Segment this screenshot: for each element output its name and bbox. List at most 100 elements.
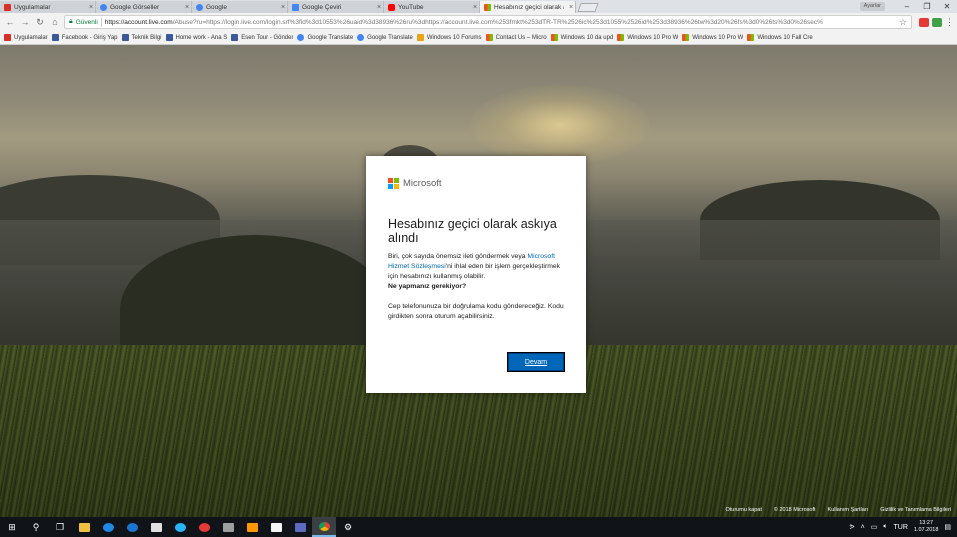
volume-icon[interactable]: 🔈︎ <box>883 523 887 531</box>
minimize-button[interactable]: – <box>897 2 917 11</box>
bookmark-item[interactable]: Contact Us – Micro <box>485 34 547 41</box>
windows-forum-icon <box>416 34 424 41</box>
continue-button[interactable]: Devam <box>507 352 565 372</box>
google-icon <box>100 3 107 11</box>
tab-google-gorseller[interactable]: Google Görseller × <box>96 1 192 13</box>
bookmark-item[interactable]: Windows 10 Pro W <box>617 34 678 41</box>
bookmark-item[interactable]: Windows 10 da upd <box>550 34 614 41</box>
app-icon[interactable] <box>192 517 216 537</box>
tab-title: Google <box>206 3 227 11</box>
google-icon <box>196 3 203 11</box>
bookmark-label: Windows 10 da upd <box>560 34 614 41</box>
store-icon[interactable] <box>264 517 288 537</box>
bookmark-item[interactable]: Esen Tour - Gönder <box>231 34 293 41</box>
divider <box>100 17 102 27</box>
edge-icon[interactable] <box>96 517 120 537</box>
new-tab-button[interactable] <box>577 3 599 12</box>
url-text[interactable]: https://account.live.com/Abuse?ru=https:… <box>105 19 823 26</box>
bookmark-label: Home work - Ana S <box>175 34 228 41</box>
close-tab-icon[interactable]: × <box>471 4 479 11</box>
tab-title: Google Çeviri <box>302 3 342 11</box>
explanation-text: Biri, çok sayıda önemsiz ileti göndermek… <box>388 252 564 282</box>
tab-uygulamalar[interactable]: Uygulamalar × <box>0 1 96 13</box>
clock[interactable]: 13:27 1.07.2018 <box>914 520 938 534</box>
translate-icon <box>292 3 299 11</box>
task-view-icon[interactable]: ❐ <box>48 517 72 537</box>
people-icon[interactable]: ᕗ <box>850 523 855 531</box>
bookmark-item[interactable]: Windows 10 Pro W <box>682 34 743 41</box>
tab-google-ceviri[interactable]: Google Çeviri × <box>288 1 384 13</box>
microsoft-icon <box>617 34 625 41</box>
address-bar[interactable]: 🔒︎ Güvenli https://account.live.com/Abus… <box>64 15 912 29</box>
extension-icon[interactable] <box>919 17 929 27</box>
tab-youtube[interactable]: YouTube × <box>384 1 480 13</box>
chevron-up-icon[interactable]: ˄ <box>861 524 865 531</box>
facebook-icon <box>165 34 173 41</box>
bookmark-star-icon[interactable]: ☆ <box>899 17 907 28</box>
tab-microsoft-account[interactable]: Hesabınız geçici olarak a × <box>480 1 576 13</box>
bookmark-item[interactable]: Home work - Ana S <box>165 34 228 41</box>
extension-icon[interactable] <box>932 17 942 27</box>
bookmark-label: Windows 10 Pro W <box>627 34 679 41</box>
reload-icon[interactable]: ↻ <box>34 17 46 28</box>
tab-strip: Uygulamalar × Google Görseller × Google … <box>0 0 957 13</box>
bookmark-label: Uygulamalar <box>14 34 48 41</box>
bookmark-item[interactable]: Windows 10 Forums <box>416 34 482 41</box>
settings-gear-icon[interactable]: ⚙ <box>336 517 360 537</box>
bookmark-label: Windows 10 Pro W <box>692 34 744 41</box>
close-tab-icon[interactable]: × <box>183 4 191 11</box>
apps-icon <box>4 34 11 41</box>
microsoft-icon <box>682 34 690 41</box>
app-icon[interactable] <box>288 517 312 537</box>
bookmark-label: Google Translate <box>307 34 354 41</box>
tab-title: Google Görseller <box>110 3 160 11</box>
bookmark-item[interactable]: Windows 10 Fall Cre <box>747 34 813 41</box>
chrome-icon[interactable] <box>312 517 336 537</box>
bookmark-item[interactable]: Facebook - Giriş Yap <box>51 34 118 41</box>
profile-button[interactable]: Ayarlar <box>859 1 885 11</box>
bookmark-item[interactable]: Google Translate <box>357 34 413 41</box>
text-segment: Biri, çok sayıda önemsiz ileti göndermek… <box>388 253 528 260</box>
action-center-icon[interactable]: ▤ <box>944 523 951 531</box>
security-label: Güvenli <box>75 18 98 26</box>
google-icon <box>357 34 365 41</box>
file-explorer-icon[interactable] <box>72 517 96 537</box>
tab-title: YouTube <box>398 3 424 11</box>
start-windows-icon[interactable]: ⊞ <box>0 517 24 537</box>
language-indicator[interactable]: TUR <box>894 524 908 531</box>
terms-link[interactable]: Kullanım Şartları <box>828 507 869 513</box>
privacy-link[interactable]: Gizlilik ve Tanımlama Bilgileri <box>880 507 951 513</box>
bookmark-label: Teknik Bilgi <box>131 34 162 41</box>
bookmark-label: Contact Us – Micro <box>495 34 547 41</box>
close-tab-icon[interactable]: × <box>279 4 287 11</box>
internet-explorer-icon[interactable] <box>120 517 144 537</box>
home-icon[interactable]: ⌂ <box>49 17 61 27</box>
microsoft-icon <box>484 3 491 11</box>
bookmark-item[interactable]: Teknik Bilgi <box>121 34 162 41</box>
facebook-icon <box>51 34 59 41</box>
maximize-button[interactable]: ❐ <box>917 2 937 11</box>
menu-icon[interactable]: ⋮ <box>945 17 954 28</box>
youtube-icon <box>388 3 395 11</box>
forward-arrow-icon[interactable]: → <box>19 17 31 27</box>
search-icon[interactable]: ⚲ <box>24 517 48 537</box>
back-arrow-icon[interactable]: ← <box>4 17 16 27</box>
tab-title: Hesabınız geçici olarak a <box>494 3 564 11</box>
close-tab-icon[interactable]: × <box>375 4 383 11</box>
network-icon[interactable]: ▭ <box>871 523 878 531</box>
microsoft-logo: Microsoft <box>388 178 564 189</box>
close-tab-icon[interactable]: × <box>87 4 95 11</box>
app-icon[interactable] <box>168 517 192 537</box>
app-icon[interactable] <box>216 517 240 537</box>
mail-icon[interactable] <box>144 517 168 537</box>
tab-google[interactable]: Google × <box>192 1 288 13</box>
browser-toolbar: ← → ↻ ⌂ 🔒︎ Güvenli https://account.live.… <box>0 13 957 31</box>
brand-name: Microsoft <box>403 178 442 189</box>
facebook-icon <box>121 34 129 41</box>
bookmark-item[interactable]: Google Translate <box>297 34 353 41</box>
sign-out-link[interactable]: Oturumu kapat <box>725 507 761 513</box>
close-window-button[interactable]: ✕ <box>937 2 957 11</box>
media-player-icon[interactable] <box>240 517 264 537</box>
close-tab-icon[interactable]: × <box>567 4 575 11</box>
bookmark-item[interactable]: Uygulamalar <box>4 34 48 41</box>
